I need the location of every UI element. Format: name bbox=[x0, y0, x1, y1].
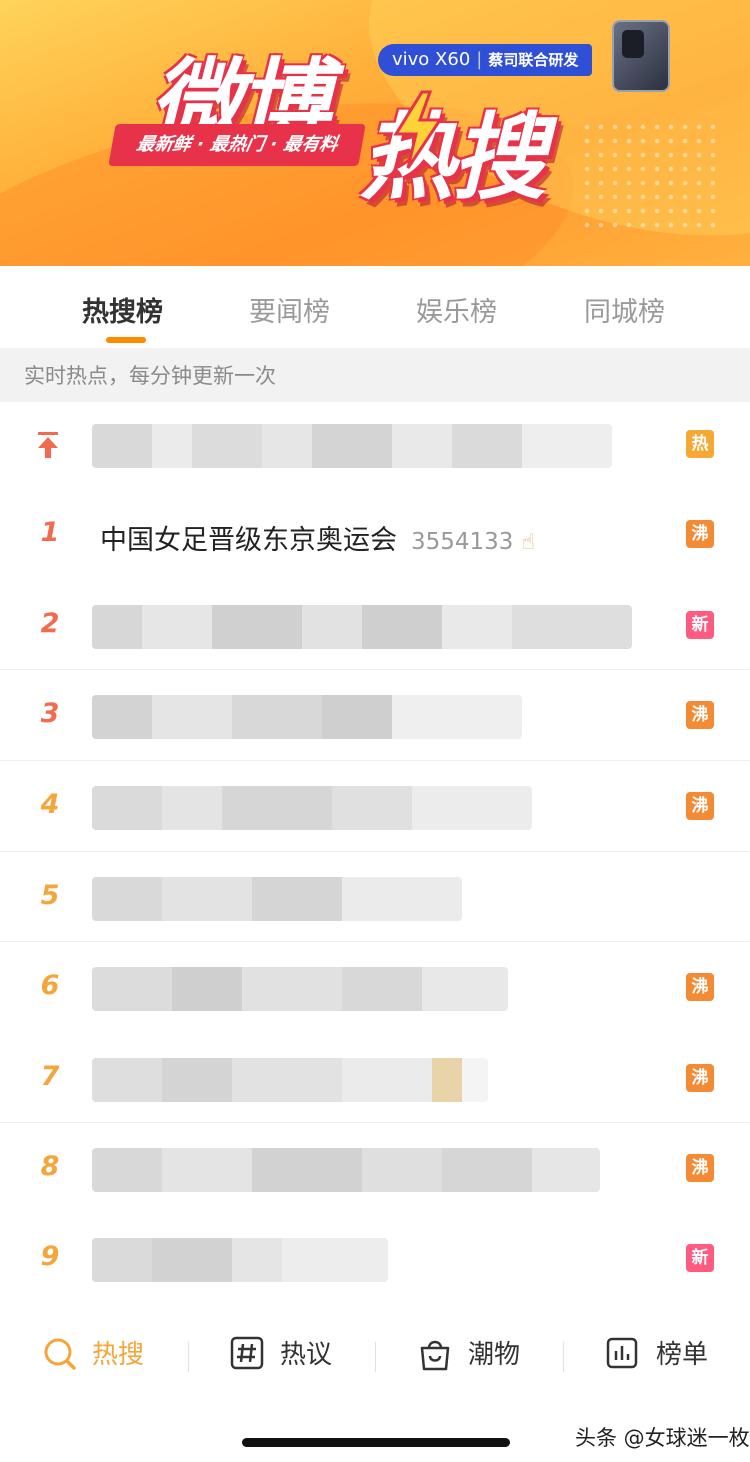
blurred-title bbox=[92, 967, 508, 1011]
boiling-badge: 沸 bbox=[686, 1154, 714, 1182]
pin-top-icon bbox=[38, 432, 58, 458]
list-item[interactable]: 2 新 bbox=[0, 583, 750, 674]
list-item[interactable]: 1 中国女足晋级东京奥运会 3554133 ☝ 沸 bbox=[0, 492, 750, 583]
promo-brand: vivo X60 bbox=[392, 49, 471, 70]
phone-image bbox=[612, 20, 670, 92]
thumb-icon: ☝ bbox=[521, 530, 535, 555]
watermark-text: 头条 @女球迷一枚 bbox=[575, 1426, 750, 1450]
banner-slogan: 最新鲜 · 最热门 · 最有料 bbox=[108, 124, 366, 166]
active-tab-indicator bbox=[106, 337, 146, 343]
new-badge: 新 bbox=[686, 1244, 714, 1272]
list-item[interactable]: 4 沸 bbox=[0, 764, 750, 855]
promo-tag[interactable]: vivo X60 | 蔡司联合研发 bbox=[378, 44, 593, 76]
blurred-title bbox=[92, 695, 522, 739]
bottom-navigation: 热搜 热议 潮物 榜单 bbox=[0, 1306, 750, 1402]
rank-number: 1 bbox=[40, 517, 60, 548]
rank-number: 6 bbox=[40, 970, 60, 1001]
row-divider bbox=[0, 1122, 750, 1123]
list-item[interactable]: 9 新 bbox=[0, 1216, 750, 1307]
rank-number: 5 bbox=[40, 880, 60, 911]
list-item[interactable]: 5 bbox=[0, 855, 750, 946]
rank-number: 4 bbox=[40, 789, 60, 820]
rank-number: 9 bbox=[40, 1241, 60, 1272]
boiling-badge: 沸 bbox=[686, 792, 714, 820]
nav-divider bbox=[563, 1342, 564, 1372]
tab-hot-search[interactable]: 热搜榜 bbox=[82, 290, 163, 329]
boiling-badge: 沸 bbox=[686, 520, 714, 548]
boiling-badge: 沸 bbox=[686, 973, 714, 1001]
update-notice: 实时热点，每分钟更新一次 bbox=[0, 348, 750, 402]
rank-number: 7 bbox=[40, 1061, 60, 1092]
tab-news[interactable]: 要闻榜 bbox=[249, 290, 330, 329]
promo-subtitle: 蔡司联合研发 bbox=[488, 51, 579, 69]
topic-title: 中国女足晋级东京奥运会 3554133 ☝ bbox=[100, 518, 535, 557]
heat-count: 3554133 bbox=[411, 529, 514, 555]
list-item[interactable]: 热 bbox=[0, 402, 750, 493]
blurred-title bbox=[92, 1148, 600, 1192]
boiling-badge: 沸 bbox=[686, 701, 714, 729]
blurred-title bbox=[92, 786, 532, 830]
rank-number: 3 bbox=[40, 698, 60, 729]
hot-badge: 热 bbox=[686, 430, 714, 458]
row-divider bbox=[0, 760, 750, 761]
shopping-bag-icon bbox=[420, 1340, 450, 1371]
row-divider bbox=[0, 851, 750, 852]
banner-dot-pattern bbox=[580, 120, 720, 230]
blurred-title bbox=[92, 877, 462, 921]
new-badge: 新 bbox=[686, 611, 714, 639]
rank-number: 8 bbox=[40, 1151, 60, 1182]
hot-search-banner: 微博 热搜 最新鲜 · 最热门 · 最有料 vivo X60 | 蔡司联合研发 bbox=[0, 0, 750, 266]
nav-label: 潮物 bbox=[468, 1340, 521, 1370]
blurred-title bbox=[92, 605, 632, 649]
ranking-tabs: 热搜榜 要闻榜 娱乐榜 同城榜 bbox=[0, 266, 750, 348]
nav-label: 榜单 bbox=[656, 1340, 709, 1370]
lightning-icon bbox=[393, 90, 443, 169]
nav-label: 热议 bbox=[280, 1340, 333, 1370]
boiling-badge: 沸 bbox=[686, 1064, 714, 1092]
tab-local[interactable]: 同城榜 bbox=[584, 290, 665, 329]
hashtag-icon bbox=[230, 1336, 264, 1370]
list-item[interactable]: 8 沸 bbox=[0, 1126, 750, 1217]
nav-trends[interactable]: 潮物 bbox=[418, 1332, 528, 1372]
nav-label: 热搜 bbox=[92, 1340, 145, 1370]
list-item[interactable]: 6 沸 bbox=[0, 945, 750, 1036]
nav-divider bbox=[188, 1342, 189, 1372]
nav-hot-search[interactable]: 热搜 bbox=[42, 1332, 152, 1372]
blurred-title bbox=[92, 1238, 388, 1282]
nav-rankings[interactable]: 榜单 bbox=[606, 1332, 716, 1372]
nav-divider bbox=[375, 1342, 376, 1372]
home-indicator[interactable] bbox=[242, 1438, 510, 1447]
rank-number: 2 bbox=[40, 608, 60, 639]
row-divider bbox=[0, 941, 750, 942]
list-item[interactable]: 3 沸 bbox=[0, 673, 750, 764]
tab-entertainment[interactable]: 娱乐榜 bbox=[416, 290, 497, 329]
row-divider bbox=[0, 669, 750, 670]
chart-icon bbox=[606, 1337, 638, 1369]
search-icon bbox=[44, 1338, 76, 1370]
topic-text: 中国女足晋级东京奥运会 bbox=[100, 525, 397, 556]
blurred-title bbox=[92, 424, 612, 468]
list-item[interactable]: 7 沸 bbox=[0, 1036, 750, 1127]
nav-discussion[interactable]: 热议 bbox=[230, 1332, 340, 1372]
blurred-title bbox=[92, 1058, 488, 1102]
